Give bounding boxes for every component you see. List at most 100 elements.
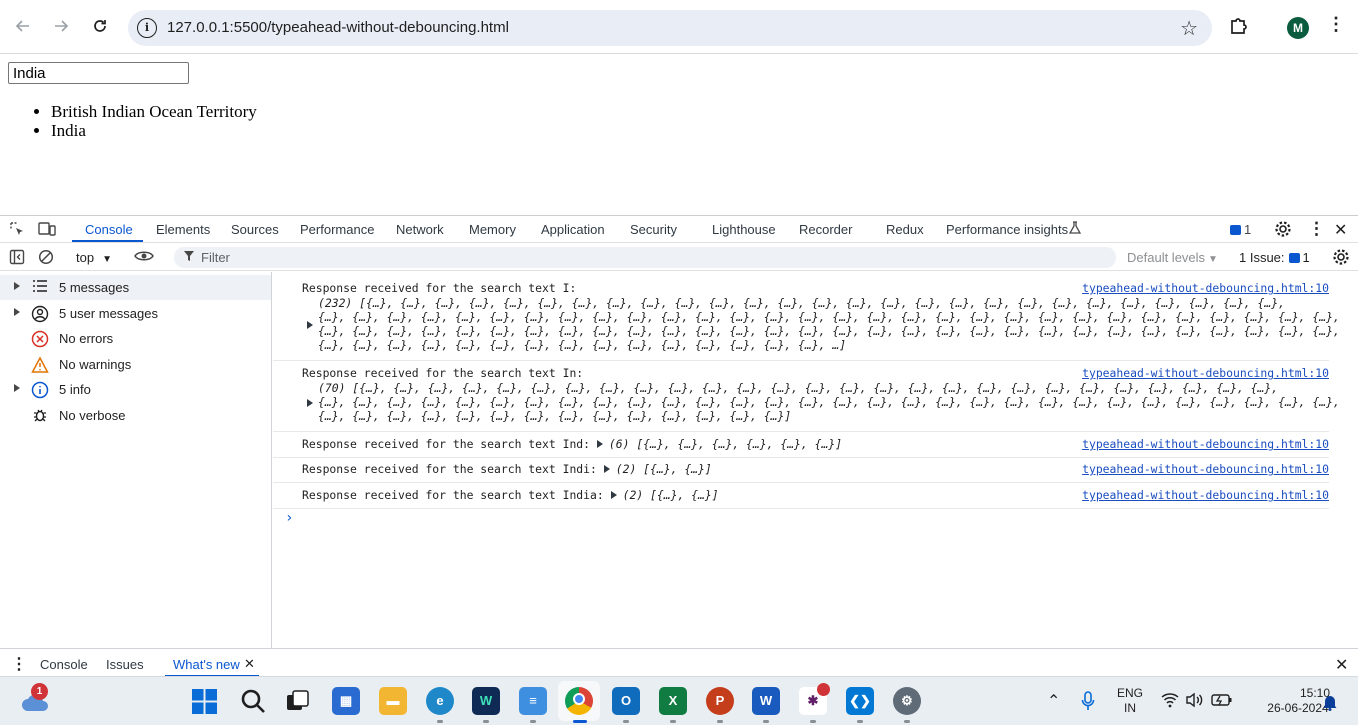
- taskbar-app-outlook[interactable]: O: [612, 687, 640, 715]
- drawer-menu-icon[interactable]: ⋮: [11, 654, 27, 674]
- sidebar-item-messages[interactable]: 5 messages: [0, 275, 271, 300]
- log-source-link[interactable]: typeahead-without-debouncing.html:10: [1082, 488, 1329, 502]
- volume-icon[interactable]: [1186, 692, 1204, 711]
- devtools-tab-bar: Console Elements Sources Performance Net…: [0, 216, 1358, 243]
- expand-arrow-icon[interactable]: [603, 465, 610, 473]
- app-running-indicator: [904, 720, 910, 723]
- tab-security[interactable]: Security: [630, 222, 677, 237]
- weather-widget[interactable]: 1: [20, 683, 50, 716]
- tab-network[interactable]: Network: [396, 222, 444, 237]
- sidebar-item-errors[interactable]: No errors: [0, 326, 271, 351]
- log-message: Response received for the search text In…: [302, 462, 712, 476]
- task-view-button[interactable]: [286, 690, 310, 715]
- log-entry[interactable]: Response received for the search text In…: [273, 437, 1329, 458]
- taskbar-app-powerpoint[interactable]: P: [706, 687, 734, 715]
- tab-sources[interactable]: Sources: [231, 222, 279, 237]
- app-running-indicator: [623, 720, 629, 723]
- log-source-link[interactable]: typeahead-without-debouncing.html:10: [1082, 281, 1329, 295]
- tab-performance-insights[interactable]: Performance insights: [946, 222, 1068, 237]
- inspect-element-icon[interactable]: [9, 221, 25, 240]
- taskbar-app-webex[interactable]: W: [472, 687, 500, 715]
- issues-link[interactable]: 1 Issue: 1: [1239, 250, 1310, 265]
- tab-elements[interactable]: Elements: [156, 222, 210, 237]
- tab-recorder[interactable]: Recorder: [799, 222, 852, 237]
- reload-button[interactable]: [86, 12, 114, 40]
- console-filter-input[interactable]: Filter: [174, 247, 1116, 268]
- taskbar-app-settings[interactable]: ⚙: [893, 687, 921, 715]
- devtools-menu-icon[interactable]: ⋮: [1308, 219, 1325, 239]
- expand-arrow-icon[interactable]: [307, 321, 313, 329]
- sidebar-item-verbose[interactable]: No verbose: [0, 403, 271, 428]
- context-selector[interactable]: top ▼: [76, 250, 112, 265]
- bookmark-star-icon[interactable]: ☆: [1180, 16, 1198, 41]
- log-source-link[interactable]: typeahead-without-debouncing.html:10: [1082, 437, 1329, 451]
- taskbar-app-chrome[interactable]: [565, 687, 593, 715]
- battery-icon[interactable]: [1211, 692, 1233, 711]
- start-button[interactable]: [192, 689, 217, 717]
- issue-flag-icon: [1230, 225, 1241, 235]
- log-source-link[interactable]: typeahead-without-debouncing.html:10: [1082, 462, 1329, 476]
- tab-performance[interactable]: Performance: [300, 222, 374, 237]
- wifi-icon[interactable]: [1161, 692, 1179, 711]
- devtools-drawer-bar: ⋮ Console Issues What's new ✕ ✕: [0, 648, 1358, 677]
- excel-icon: X: [668, 693, 678, 708]
- expand-arrow-icon[interactable]: [610, 491, 617, 499]
- expand-arrow-icon[interactable]: [596, 440, 603, 448]
- log-entry[interactable]: Response received for the search text I:…: [273, 281, 1340, 361]
- console-settings-gear-icon[interactable]: [1332, 248, 1350, 269]
- back-button[interactable]: [9, 12, 37, 40]
- log-detail-line: {…}, {…}, {…}, {…}, {…}, {…}, {…}, {…}, …: [318, 324, 1340, 338]
- search-icon: [241, 689, 265, 713]
- console-prompt-chevron-icon[interactable]: ›: [285, 510, 293, 526]
- drawer-tab-whats-new[interactable]: What's new: [173, 657, 240, 672]
- tab-lighthouse[interactable]: Lighthouse: [712, 222, 776, 237]
- search-button[interactable]: [240, 688, 266, 717]
- taskbar-app-vscode[interactable]: ❮❯: [846, 687, 874, 715]
- notifications-bell-icon[interactable]: [1322, 694, 1338, 714]
- taskbar-app-word[interactable]: W: [752, 687, 780, 715]
- log-entry[interactable]: Response received for the search text In…: [273, 488, 1329, 509]
- drawer-tab-issues[interactable]: Issues: [106, 657, 144, 672]
- close-devtools-icon[interactable]: ✕: [1334, 220, 1347, 240]
- taskbar-app-store[interactable]: ▦: [332, 687, 360, 715]
- taskbar-app-edge[interactable]: e: [426, 687, 454, 715]
- tab-application[interactable]: Application: [541, 222, 605, 237]
- tab-console[interactable]: Console: [85, 222, 133, 237]
- app-running-indicator: [810, 720, 816, 723]
- expand-arrow-icon[interactable]: [307, 399, 313, 407]
- sidebar-toggle-icon[interactable]: [9, 249, 25, 268]
- device-toolbar-icon[interactable]: [38, 221, 56, 240]
- close-tab-icon[interactable]: ✕: [244, 656, 255, 672]
- log-source-link[interactable]: typeahead-without-debouncing.html:10: [1082, 366, 1329, 380]
- log-levels-dropdown[interactable]: Default levels ▼: [1127, 250, 1218, 265]
- address-bar[interactable]: i 127.0.0.1:5500/typeahead-without-debou…: [128, 10, 1212, 46]
- country-search-input[interactable]: [8, 62, 189, 84]
- forward-button[interactable]: [47, 12, 75, 40]
- browser-menu-icon[interactable]: ⋮: [1327, 14, 1345, 40]
- clear-console-icon[interactable]: [38, 249, 54, 268]
- powerpoint-icon: P: [715, 693, 725, 708]
- log-entry[interactable]: Response received for the search text In…: [273, 462, 1329, 483]
- taskbar-app-notepad[interactable]: ≡: [519, 687, 547, 715]
- show-hidden-icons-chevron-icon[interactable]: ⌃: [1047, 691, 1060, 711]
- live-expression-eye-icon[interactable]: [134, 248, 154, 267]
- tab-memory[interactable]: Memory: [469, 222, 516, 237]
- sidebar-item-user-messages[interactable]: 5 user messages: [0, 301, 271, 326]
- site-info-icon[interactable]: i: [137, 18, 157, 38]
- issues-counter[interactable]: 1: [1230, 222, 1251, 237]
- taskbar-app-file-explorer[interactable]: ▬: [379, 687, 407, 715]
- language-indicator[interactable]: ENG IN: [1112, 686, 1148, 716]
- settings-gear-icon[interactable]: [1274, 220, 1292, 241]
- filter-placeholder: Filter: [201, 250, 230, 265]
- taskbar-app-excel[interactable]: X: [659, 687, 687, 715]
- sidebar-item-info[interactable]: 5 info: [0, 377, 271, 402]
- tab-redux[interactable]: Redux: [886, 222, 924, 237]
- sidebar-item-warnings[interactable]: No warnings: [0, 352, 271, 377]
- profile-avatar[interactable]: M: [1287, 17, 1309, 39]
- log-entry[interactable]: Response received for the search text In…: [273, 366, 1340, 432]
- drawer-tab-console[interactable]: Console: [40, 657, 88, 672]
- log-detail-line: {…}, {…}, {…}, {…}, {…}, {…}, {…}, {…}, …: [318, 310, 1340, 324]
- microphone-icon[interactable]: [1081, 691, 1095, 714]
- close-drawer-icon[interactable]: ✕: [1335, 655, 1348, 675]
- extensions-puzzle-icon[interactable]: [1228, 15, 1250, 37]
